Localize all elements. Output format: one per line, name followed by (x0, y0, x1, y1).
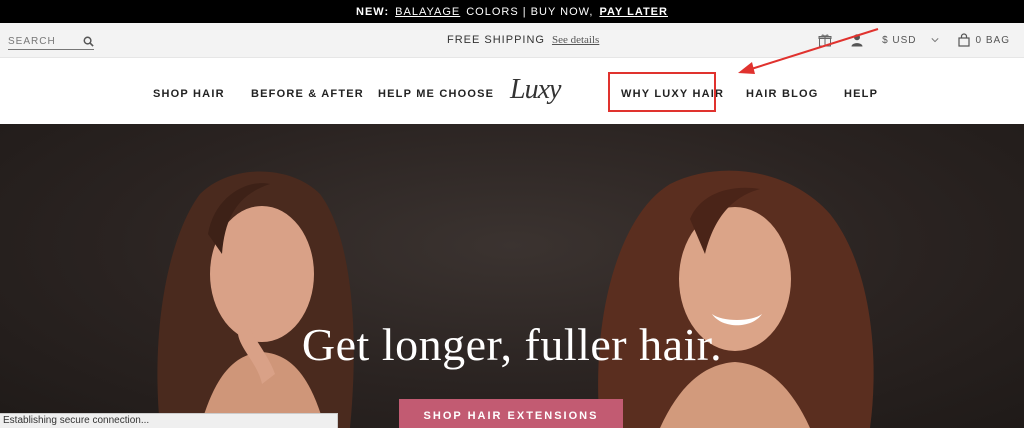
browser-status-bar: Establishing secure connection... (0, 413, 338, 428)
hero-headline: Get longer, fuller hair. (301, 319, 723, 370)
hero-banner: Get longer, fuller hair. SHOP HAIR EXTEN… (0, 124, 1024, 428)
hero-models-image (157, 170, 874, 428)
annotation-arrow (738, 28, 879, 74)
shop-hair-extensions-button[interactable]: SHOP HAIR EXTENSIONS (399, 399, 623, 428)
